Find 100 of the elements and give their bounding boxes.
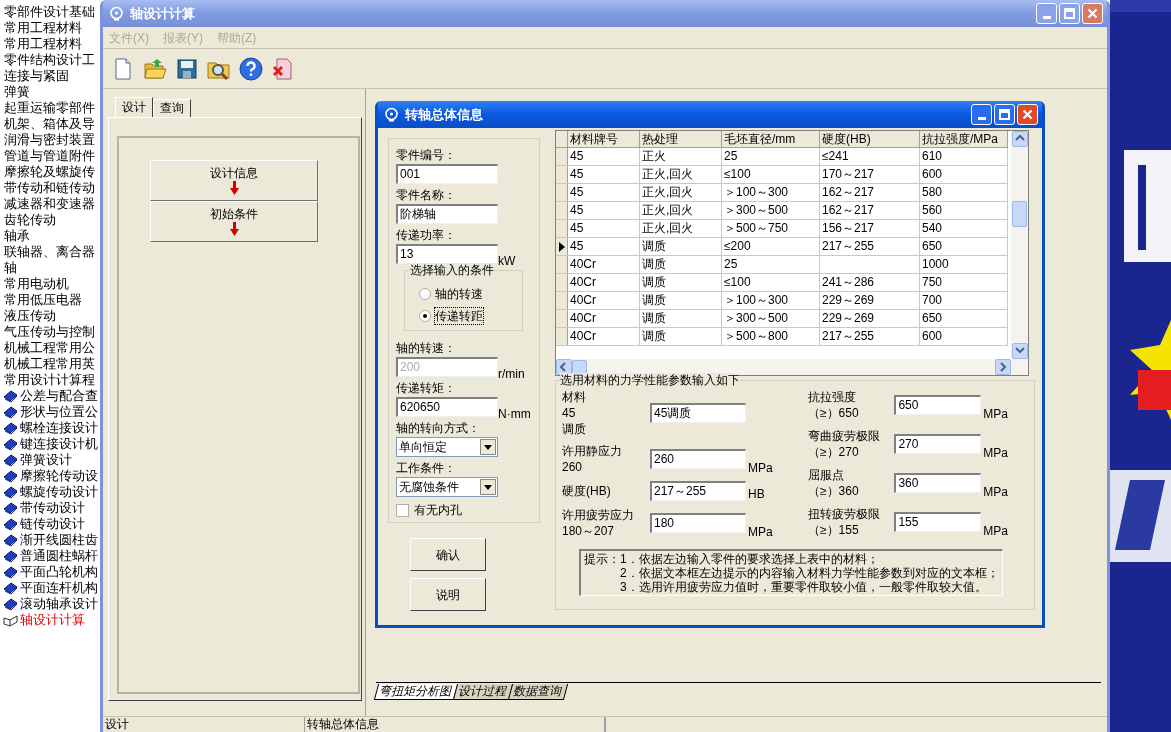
tree-item[interactable]: 形状与位置公 (20, 404, 98, 420)
maximize-button[interactable] (994, 104, 1015, 125)
tree-item[interactable]: 润滑与密封装置 (0, 132, 100, 148)
tree-item[interactable]: 滚动轴承设计 (20, 596, 98, 612)
minimize-button[interactable] (971, 104, 992, 125)
tree-item[interactable]: 摩擦轮传动设 (20, 468, 98, 484)
tree-item[interactable]: 常用工程材料 (0, 36, 100, 52)
column-header[interactable]: 热处理 (640, 131, 722, 147)
tree-item[interactable]: 键连接设计机 (20, 436, 98, 452)
field-label: 轴的转速： (396, 340, 457, 357)
column-header[interactable]: 材料牌号 (568, 131, 640, 147)
sheet-tab[interactable]: 弯扭矩分析图 (373, 684, 459, 700)
app-icon (109, 6, 124, 21)
tree-item[interactable]: 机架、箱体及导 (0, 116, 100, 132)
minimize-button[interactable] (1036, 3, 1057, 24)
text-field[interactable]: 001 (396, 164, 498, 184)
sheet-tab[interactable]: 数据查询 (507, 684, 569, 700)
scroll-left-button[interactable] (556, 359, 572, 375)
close-button[interactable] (1082, 3, 1103, 24)
dialog-button[interactable]: 说明 (410, 578, 486, 611)
tree-item[interactable]: 常用低压电器 (0, 292, 100, 308)
radio-label[interactable]: 传递转距 (435, 308, 483, 324)
table-cell: 45 (568, 148, 640, 165)
tree-item[interactable]: 零部件设计基础 (0, 4, 100, 20)
tree-item[interactable]: 常用电动机 (0, 276, 100, 292)
radio-label[interactable]: 轴的转速 (435, 286, 483, 302)
step-button[interactable]: 初始条件 (150, 201, 318, 242)
tree-item[interactable]: 公差与配合查 (20, 388, 98, 404)
column-header[interactable]: 硬度(HB) (820, 131, 920, 147)
tree-item[interactable]: 螺栓连接设计 (20, 420, 98, 436)
text-field[interactable]: 360 (894, 473, 982, 493)
step-button[interactable]: 设计信息 (150, 160, 318, 201)
tree-item[interactable]: 平面连杆机构 (20, 580, 98, 596)
horizontal-scrollbar[interactable] (556, 359, 1028, 375)
delete-document-icon[interactable] (271, 56, 295, 81)
tree-item[interactable]: 普通圆柱蜗杆 (20, 548, 98, 564)
tree-item[interactable]: 轴承 (0, 228, 100, 244)
tree-item[interactable]: 轴 (0, 260, 100, 276)
tree-item[interactable]: 链传动设计 (20, 516, 85, 532)
table-cell: 调质 (640, 274, 722, 291)
tab[interactable]: 设计 (115, 97, 153, 117)
tree-item[interactable]: 常用工程材料 (0, 20, 100, 36)
tree-item[interactable]: 液压传动 (0, 308, 100, 324)
text-field[interactable]: 260 (650, 449, 746, 469)
text-field[interactable]: 阶梯轴 (396, 204, 498, 224)
maximize-icon (1064, 8, 1075, 19)
text-field[interactable]: 620650 (396, 397, 498, 417)
tree-item[interactable]: 平面凸轮机构 (20, 564, 98, 580)
tree-item[interactable]: 螺旋传动设计 (20, 484, 98, 500)
tree-item[interactable]: 连接与紧固 (0, 68, 100, 84)
tree-item[interactable]: 气压传动与控制 (0, 324, 100, 340)
tree-item[interactable]: 弹簧设计 (20, 452, 72, 468)
tree-item[interactable]: 联轴器、离合器 (0, 244, 100, 260)
dropdown[interactable]: 单向恒定 (396, 437, 498, 457)
tree-item[interactable]: 常用设计计算程 (0, 372, 100, 388)
table-cell: 调质 (640, 238, 722, 255)
dropdown[interactable]: 无腐蚀条件 (396, 477, 498, 497)
text-field[interactable]: 45调质 (650, 403, 746, 423)
tree-item[interactable]: 带传动和链传动 (0, 180, 100, 196)
dialog-button[interactable]: 确认 (410, 538, 486, 571)
tree-item[interactable]: 机械工程常用公 (0, 340, 100, 356)
text-field[interactable]: 217～255 (650, 481, 746, 501)
text-field[interactable]: 155 (894, 512, 982, 532)
checkbox-label[interactable]: 有无内孔 (414, 501, 462, 519)
tree-item[interactable]: 减速器和变速器 (0, 196, 100, 212)
tree-item[interactable]: 弹簧 (0, 84, 100, 100)
tree-item[interactable]: 轴设计计算 (20, 612, 85, 628)
tree-item[interactable]: 摩擦轮及螺旋传 (0, 164, 100, 180)
checkbox[interactable] (396, 503, 409, 517)
open-folder-icon[interactable] (143, 56, 167, 81)
text-field[interactable]: 180 (650, 513, 746, 533)
tree-item[interactable]: 起重运输零部件 (0, 100, 100, 116)
help-icon[interactable] (239, 56, 263, 81)
text-field[interactable]: 270 (894, 434, 982, 454)
text-field[interactable]: 650 (894, 395, 982, 415)
table-cell: 162～217 (820, 184, 920, 201)
row-header[interactable] (556, 238, 568, 255)
unit-label: MPa (748, 525, 773, 539)
column-header[interactable]: 毛坯直径/mm (722, 131, 820, 147)
close-button[interactable] (1017, 104, 1038, 125)
param-label: 弯曲疲劳极限 (808, 428, 881, 444)
tree-item[interactable]: 管道与管道附件 (0, 148, 100, 164)
vertical-scrollbar[interactable] (1011, 131, 1028, 359)
scroll-down-button[interactable] (1011, 343, 1028, 359)
radio-button[interactable] (419, 288, 431, 300)
table-cell: 45 (568, 166, 640, 183)
scrollbar-thumb[interactable] (1012, 201, 1027, 227)
column-header[interactable]: 抗拉强度/MPa (920, 131, 1008, 147)
tree-item[interactable]: 机械工程常用英 (0, 356, 100, 372)
scroll-right-button[interactable] (995, 359, 1011, 375)
radio-button[interactable] (419, 310, 431, 322)
tree-item[interactable]: 渐开线圆柱齿 (20, 532, 98, 548)
tab[interactable]: 查询 (153, 99, 191, 117)
scroll-up-button[interactable] (1011, 131, 1028, 147)
tree-item[interactable]: 带传动设计 (20, 500, 85, 516)
maximize-button[interactable] (1059, 3, 1080, 24)
text-field[interactable]: 13 (396, 244, 498, 264)
tree-item[interactable]: 齿轮传动 (0, 212, 100, 228)
tree-item[interactable]: 零件结构设计工 (0, 52, 100, 68)
sheet-tab[interactable]: 设计过程 (452, 684, 514, 700)
